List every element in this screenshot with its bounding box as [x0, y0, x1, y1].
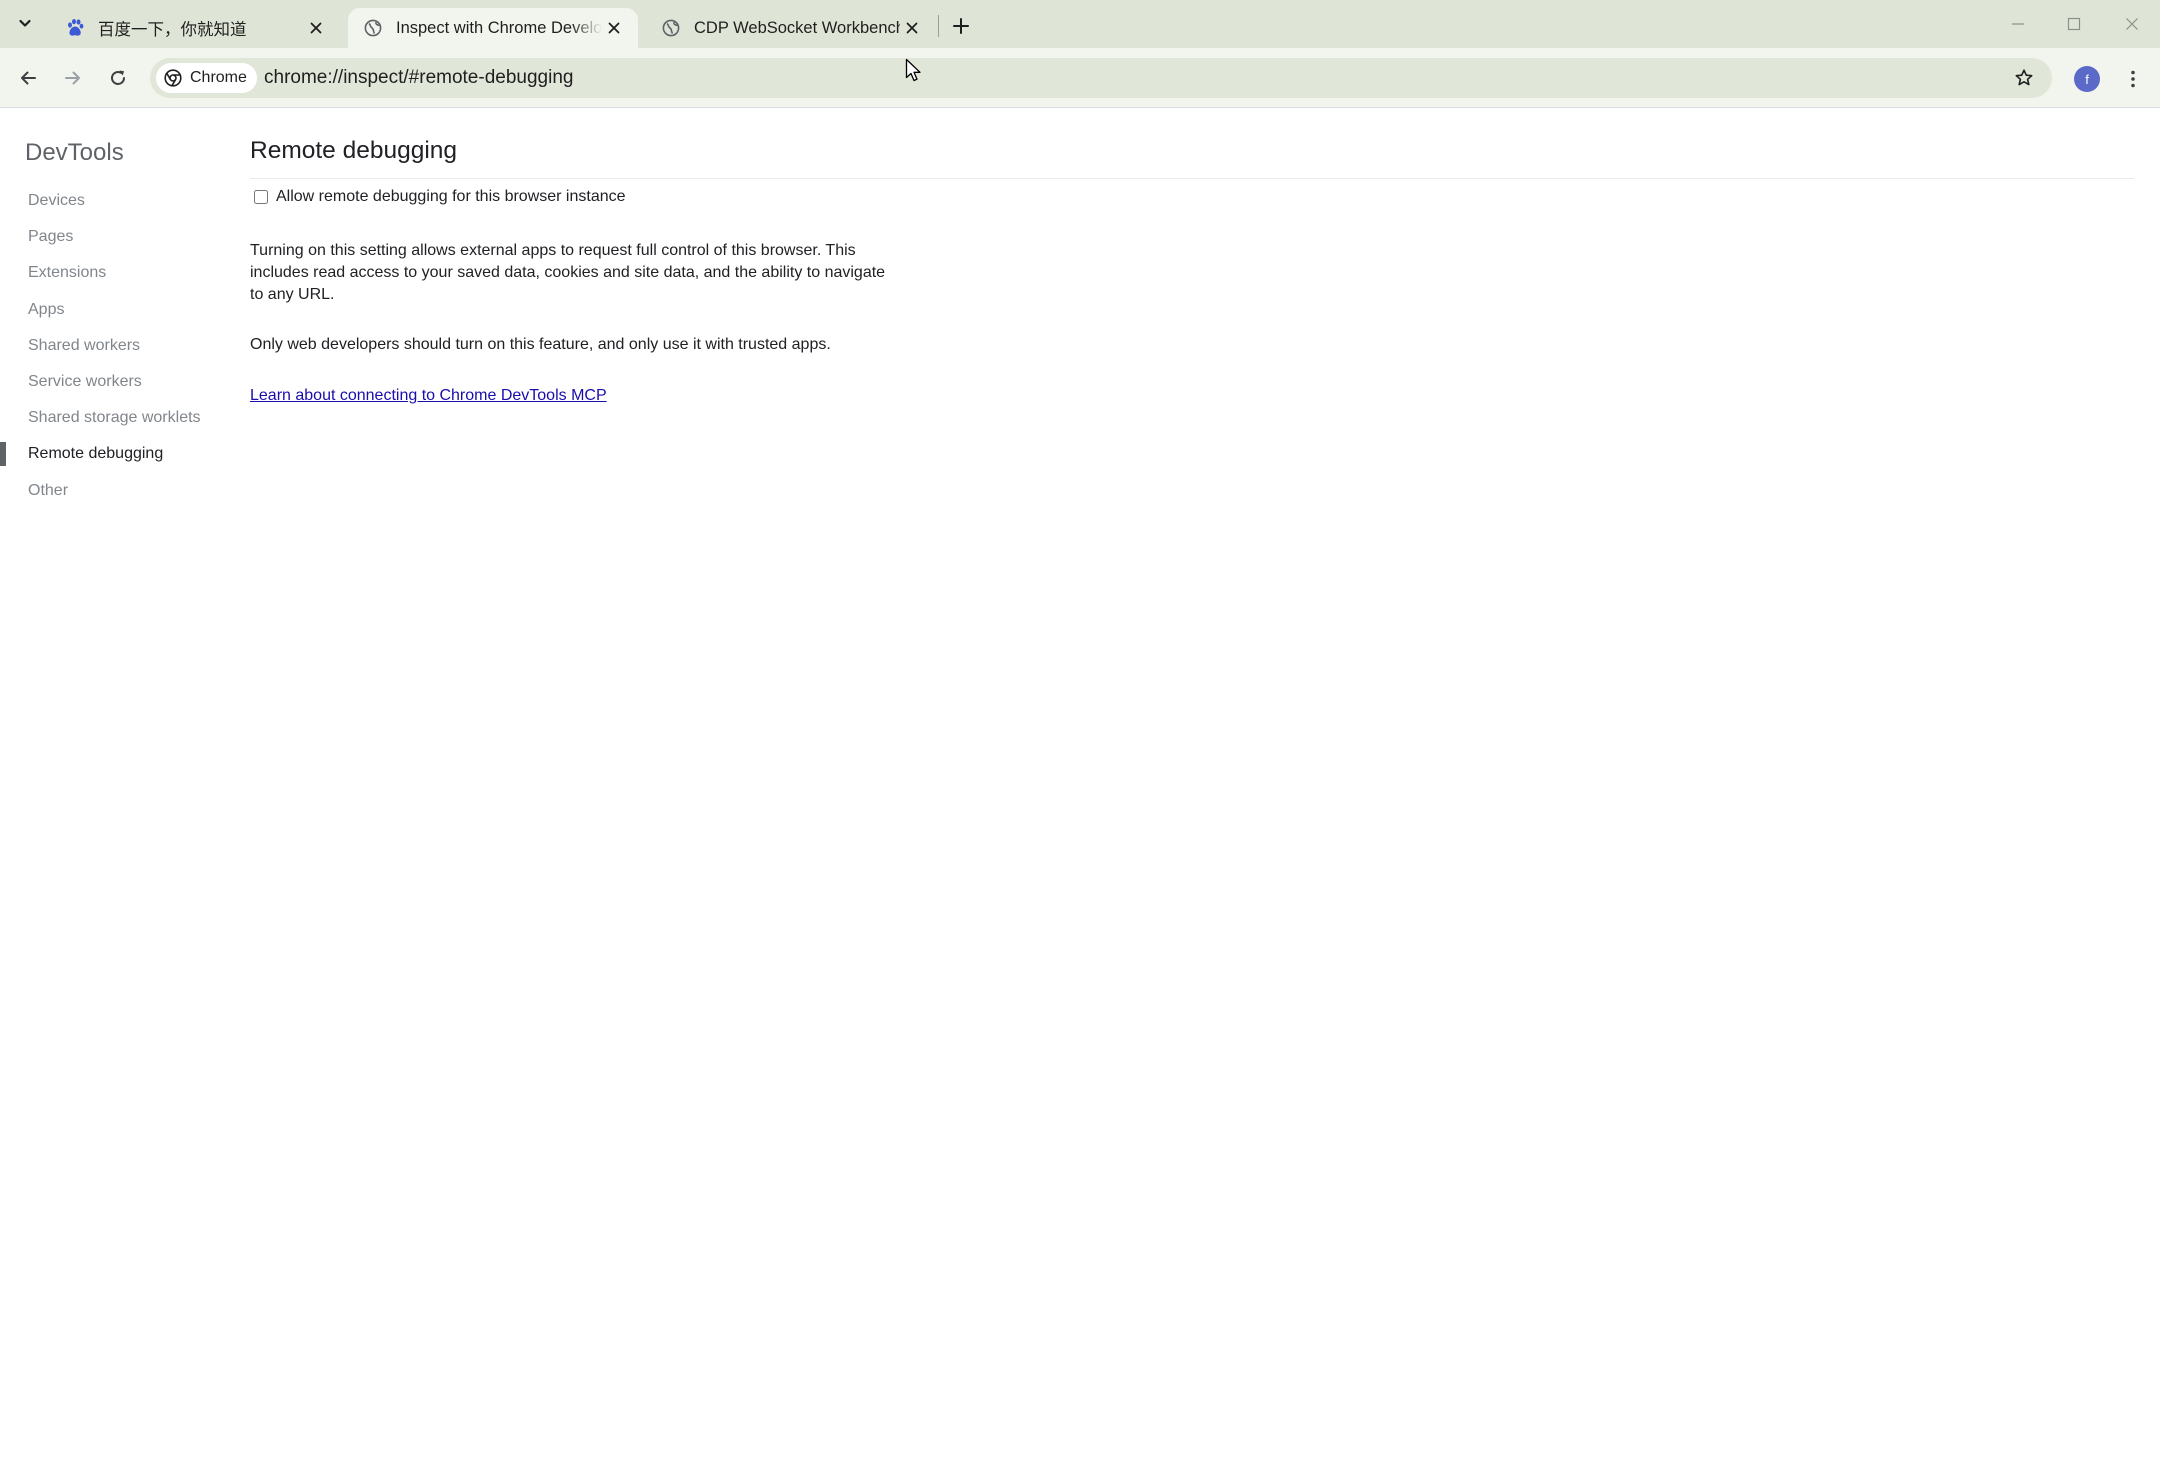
sidebar-item-shared-storage-worklets[interactable]: Shared storage worklets: [0, 400, 230, 436]
arrow-right-icon: [65, 71, 80, 85]
minimize-button[interactable]: [1990, 0, 2046, 48]
address-bar[interactable]: Chrome chrome://inspect/#remote-debuggin…: [150, 58, 2052, 98]
close-tab-button[interactable]: [602, 16, 626, 40]
minimize-icon: [2012, 23, 2024, 25]
tab-title: CDP WebSocket Workbench: [694, 18, 900, 37]
close-icon: [608, 22, 620, 34]
close-tab-button[interactable]: [304, 16, 328, 40]
plus-icon: [953, 18, 969, 34]
globe-icon: [660, 17, 682, 39]
maximize-icon: [2067, 17, 2081, 31]
sidebar-item-service-workers[interactable]: Service workers: [0, 364, 230, 400]
mouse-cursor-icon: [905, 58, 921, 82]
kebab-menu-icon: [2131, 70, 2135, 88]
close-window-button[interactable]: [2104, 0, 2160, 48]
profile-avatar[interactable]: f: [2074, 66, 2100, 92]
sidebar-item-shared-workers[interactable]: Shared workers: [0, 328, 230, 364]
star-icon: [2015, 69, 2033, 86]
sidebar-item-remote-debugging[interactable]: Remote debugging: [0, 436, 230, 472]
maximize-button[interactable]: [2046, 0, 2102, 48]
sidebar-item-pages[interactable]: Pages: [0, 219, 230, 255]
close-icon: [906, 22, 918, 34]
browser-toolbar: Chrome chrome://inspect/#remote-debuggin…: [0, 48, 2160, 108]
arrow-left-icon: [21, 71, 36, 85]
tab-title: 百度一下，你就知道: [98, 21, 247, 39]
developer-notice: Only web developers should turn on this …: [250, 336, 831, 353]
close-tab-button[interactable]: [900, 16, 924, 40]
new-tab-button[interactable]: [946, 11, 976, 41]
sidebar-nav: Devices Pages Extensions Apps Shared wor…: [0, 183, 230, 509]
checkbox-label: Allow remote debugging for this browser …: [276, 188, 626, 205]
bookmark-button[interactable]: [2008, 62, 2040, 94]
chevron-down-icon: [17, 15, 33, 36]
sidebar-item-apps[interactable]: Apps: [0, 292, 230, 328]
url-text[interactable]: chrome://inspect/#remote-debugging: [264, 58, 573, 98]
close-icon: [310, 22, 322, 34]
baidu-paw-icon: [64, 17, 86, 39]
warning-paragraph: Turning on this setting allows external …: [250, 242, 886, 303]
sidebar-title: DevTools: [25, 139, 124, 166]
tab-strip: 百度一下，你就知道 Inspect with Chrome Developer …: [0, 0, 2160, 48]
site-info-chip[interactable]: Chrome: [156, 63, 257, 93]
tab-search-button[interactable]: [8, 10, 42, 40]
devtools-sidebar: DevTools Devices Pages Extensions Apps S…: [0, 109, 230, 1484]
allow-remote-debugging-checkbox[interactable]: [254, 190, 268, 204]
sidebar-item-other[interactable]: Other: [0, 473, 230, 509]
sidebar-item-devices[interactable]: Devices: [0, 183, 230, 219]
back-button[interactable]: [10, 60, 46, 96]
chrome-logo-icon: [164, 69, 182, 87]
chip-label: Chrome: [190, 69, 247, 86]
browser-menu-button[interactable]: [2118, 62, 2148, 96]
forward-button[interactable]: [55, 60, 91, 96]
sidebar-item-extensions[interactable]: Extensions: [0, 255, 230, 291]
learn-more-link[interactable]: Learn about connecting to Chrome DevTool…: [250, 385, 607, 407]
profile-initial: f: [2085, 71, 2089, 87]
reload-icon: [111, 70, 125, 85]
remote-debugging-option[interactable]: Allow remote debugging for this browser …: [254, 188, 626, 206]
tab-cdp-workbench[interactable]: CDP WebSocket Workbench: [646, 8, 936, 48]
globe-icon: [362, 17, 384, 39]
tab-baidu[interactable]: 百度一下，你就知道: [50, 8, 340, 48]
tab-separator: [938, 15, 939, 37]
tab-title: Inspect with Chrome Developer Tools: [396, 18, 602, 37]
reload-button[interactable]: [100, 60, 136, 96]
page-title: Remote debugging: [250, 137, 2134, 179]
inspect-page: DevTools Devices Pages Extensions Apps S…: [0, 109, 2160, 1484]
tab-inspect[interactable]: Inspect with Chrome Developer Tools: [348, 8, 638, 48]
close-icon: [2126, 18, 2138, 30]
